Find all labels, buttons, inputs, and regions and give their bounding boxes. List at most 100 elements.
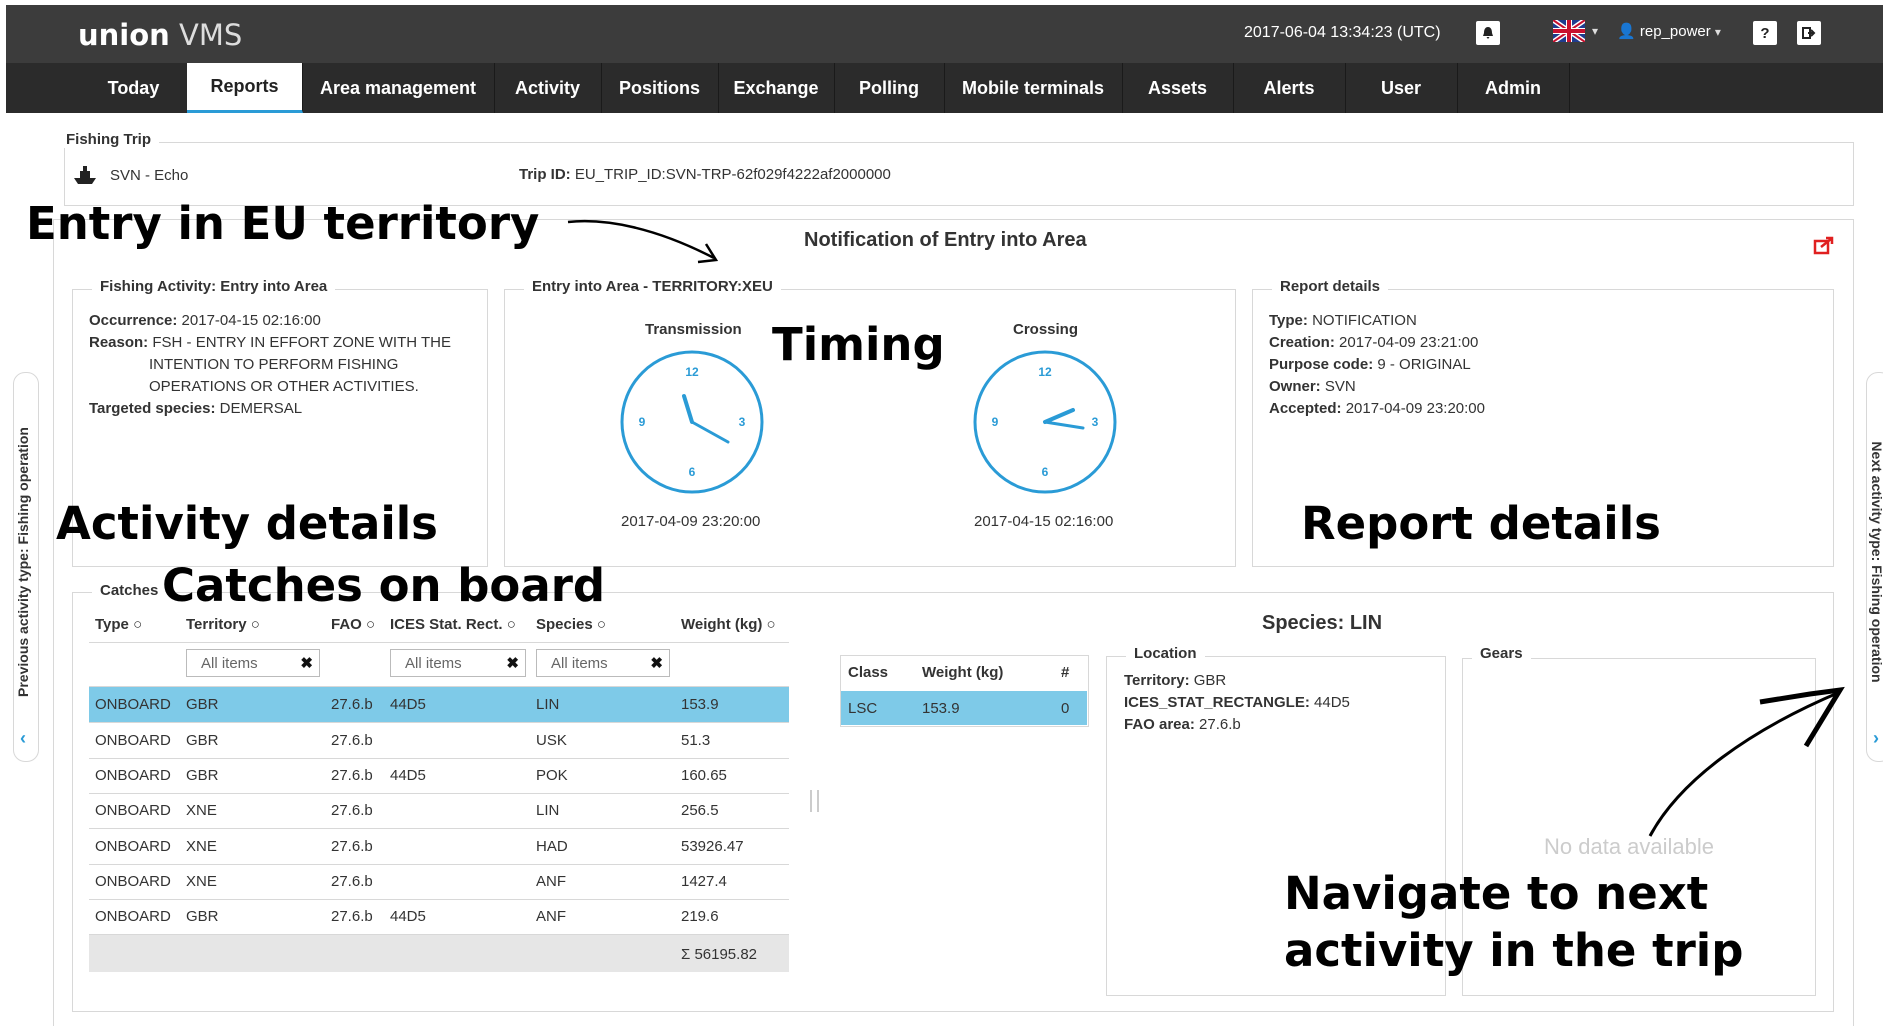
tab-user[interactable]: User xyxy=(1345,63,1458,113)
cell-weight: 153.9 xyxy=(681,696,719,713)
activity-reason-line2: INTENTION TO PERFORM FISHING xyxy=(149,356,399,373)
clear-filter-icon[interactable]: ✖ xyxy=(300,654,313,672)
tab-assets[interactable]: Assets xyxy=(1122,63,1234,113)
top-bar xyxy=(6,5,1883,63)
report-legend: Report details xyxy=(1272,278,1389,295)
tab-reports[interactable]: Reports xyxy=(187,63,303,113)
cell-species: ANF xyxy=(536,873,566,890)
tab-alerts[interactable]: Alerts xyxy=(1233,63,1346,113)
chevron-right-icon[interactable]: › xyxy=(1873,728,1879,749)
cell-territory: XNE xyxy=(186,802,217,819)
col-weight-header[interactable]: Weight (kg) ○ xyxy=(681,616,776,633)
language-caret-icon[interactable]: ▾ xyxy=(1592,24,1598,38)
annotation-arrow-icon xyxy=(1648,686,1845,837)
cell-fao: 27.6.b xyxy=(331,767,373,784)
class-row[interactable]: LSC 153.9 0 xyxy=(841,691,1087,725)
logout-icon[interactable] xyxy=(1797,21,1821,45)
species-filter[interactable]: All items ✖ xyxy=(536,649,670,677)
ices-filter[interactable]: All items ✖ xyxy=(390,649,526,677)
col-ices-header[interactable]: ICES Stat. Rect. ○ xyxy=(390,616,516,633)
crossing-label: Crossing xyxy=(1013,321,1079,338)
entry-legend: Entry into Area - TERRITORY:XEU xyxy=(524,278,781,295)
user-caret-icon: ▾ xyxy=(1714,25,1721,39)
clock-number: 6 xyxy=(689,465,696,479)
annotation-navigate-1: Navigate to next xyxy=(1284,867,1709,920)
table-row[interactable]: ONBOARD XNE 27.6.b ANF 1427.4 xyxy=(89,864,789,900)
cell-species: POK xyxy=(536,767,568,784)
table-row[interactable]: ONBOARD XNE 27.6.b HAD 53926.47 xyxy=(89,829,789,865)
class-count-header: # xyxy=(1061,664,1070,681)
transmission-clock-icon: 12 3 6 9 xyxy=(620,350,764,494)
col-species-header[interactable]: Species ○ xyxy=(536,616,606,633)
fishing-trip-legend: Fishing Trip xyxy=(58,131,159,148)
activity-reason-line3: OPERATIONS OR OTHER ACTIVITIES. xyxy=(149,378,419,395)
table-row[interactable]: ONBOARD GBR 27.6.b 44D5 LIN 153.9 xyxy=(89,687,789,723)
location-legend: Location xyxy=(1126,645,1205,662)
col-type-header[interactable]: Type ○ xyxy=(95,616,142,633)
table-row[interactable]: ONBOARD GBR 27.6.b 44D5 ANF 219.6 xyxy=(89,899,789,935)
class-weight-header: Weight (kg) xyxy=(922,664,1004,681)
report-purpose: Purpose code: 9 - ORIGINAL xyxy=(1269,356,1471,373)
activity-occurrence: Occurrence: 2017-04-15 02:16:00 xyxy=(89,312,321,329)
tab-today[interactable]: Today xyxy=(80,63,188,113)
activity-targeted-species: Targeted species: DEMERSAL xyxy=(89,400,303,417)
tab-polling[interactable]: Polling xyxy=(834,63,945,113)
annotation-activity: Activity details xyxy=(56,497,438,550)
clear-filter-icon[interactable]: ✖ xyxy=(650,654,663,672)
table-row[interactable]: ONBOARD GBR 27.6.b USK 51.3 xyxy=(89,723,789,759)
clock-number: 3 xyxy=(1092,415,1099,429)
cell-type: ONBOARD xyxy=(95,908,171,925)
help-icon[interactable]: ? xyxy=(1753,21,1777,45)
report-type: Type: NOTIFICATION xyxy=(1269,312,1417,329)
territory-filter[interactable]: All items ✖ xyxy=(186,649,320,677)
annotation-timing: Timing xyxy=(772,318,945,371)
user-name: rep_power xyxy=(1639,23,1711,40)
col-territory-header[interactable]: Territory ○ xyxy=(186,616,260,633)
table-row[interactable]: ONBOARD GBR 27.6.b 44D5 POK 160.65 xyxy=(89,758,789,794)
total-weight: Σ 56195.82 xyxy=(681,946,758,963)
ship-icon xyxy=(72,164,98,191)
cell-weight: 160.65 xyxy=(681,767,727,784)
cell-weight: 53926.47 xyxy=(681,838,744,855)
crossing-clock-icon: 12 3 6 9 xyxy=(973,350,1117,494)
cell-fao: 27.6.b xyxy=(331,696,373,713)
export-icon[interactable] xyxy=(1813,235,1835,260)
annotation-arrow-icon xyxy=(567,219,719,264)
species-title: Species: LIN xyxy=(1262,612,1383,634)
cell-type: ONBOARD xyxy=(95,732,171,749)
splitter-handle[interactable] xyxy=(810,790,819,812)
activity-reason: Reason: FSH - ENTRY IN EFFORT ZONE WITH … xyxy=(89,334,451,351)
tab-activity[interactable]: Activity xyxy=(494,63,602,113)
tab-exchange[interactable]: Exchange xyxy=(718,63,835,113)
catches-legend: Catches xyxy=(92,582,167,599)
cell-type: ONBOARD xyxy=(95,838,171,855)
annotation-navigate-2: activity in the trip xyxy=(1284,924,1744,977)
chevron-left-icon[interactable]: ‹ xyxy=(20,728,26,749)
cell-type: ONBOARD xyxy=(95,873,171,890)
cell-species: HAD xyxy=(536,838,568,855)
bell-icon[interactable] xyxy=(1476,21,1500,45)
cell-weight: 1427.4 xyxy=(681,873,727,890)
annotation-catches: Catches on board xyxy=(162,559,606,612)
cell-species: LIN xyxy=(536,802,560,819)
tab-area-management[interactable]: Area management xyxy=(302,63,495,113)
tab-mobile-terminals[interactable]: Mobile terminals xyxy=(944,63,1123,113)
cell-territory: GBR xyxy=(186,732,219,749)
cell-ices: 44D5 xyxy=(390,767,426,784)
previous-activity-label: Previous activity type: Fishing operatio… xyxy=(15,427,31,697)
cell-fao: 27.6.b xyxy=(331,732,373,749)
tab-admin[interactable]: Admin xyxy=(1457,63,1570,113)
flag-uk-icon[interactable] xyxy=(1553,20,1585,42)
header-divider xyxy=(89,642,789,643)
cell-fao: 27.6.b xyxy=(331,873,373,890)
cell-species: LIN xyxy=(536,696,560,713)
table-row[interactable]: ONBOARD XNE 27.6.b LIN 256.5 xyxy=(89,793,789,829)
cell-ices: 44D5 xyxy=(390,908,426,925)
user-menu[interactable]: 👤 rep_power ▾ xyxy=(1617,22,1721,40)
tab-positions[interactable]: Positions xyxy=(601,63,719,113)
location-fao: FAO area: 27.6.b xyxy=(1124,716,1241,733)
app-logo[interactable]: union VMS xyxy=(78,18,242,52)
activity-legend: Fishing Activity: Entry into Area xyxy=(92,278,336,295)
col-fao-header[interactable]: FAO ○ xyxy=(331,616,375,633)
clear-filter-icon[interactable]: ✖ xyxy=(506,654,519,672)
